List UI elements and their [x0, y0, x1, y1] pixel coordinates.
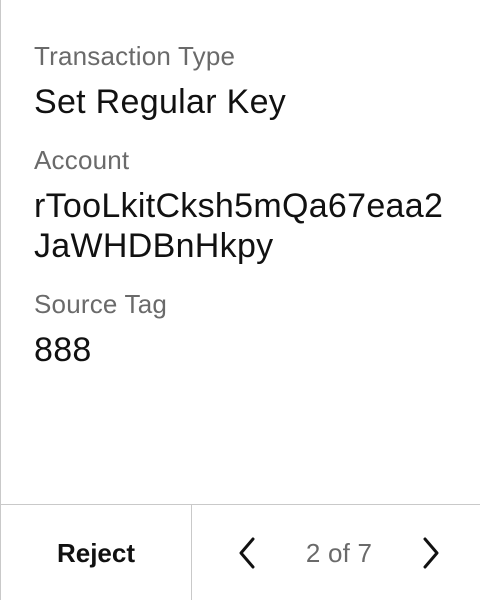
account-label: Account	[34, 145, 130, 175]
prev-page-button[interactable]	[232, 533, 262, 573]
reject-button[interactable]: Reject	[1, 505, 192, 600]
account-field: Account rTooLkitCksh5mQa67eaa2JaWHDBnHkp…	[34, 142, 454, 266]
chevron-left-icon	[239, 537, 255, 569]
account-value: rTooLkitCksh5mQa67eaa2JaWHDBnHkpy	[34, 187, 444, 265]
transaction-type-field: Transaction Type Set Regular Key	[34, 38, 454, 122]
page-indicator: 2 of 7	[305, 537, 373, 568]
pagination-controls: 2 of 7	[192, 505, 480, 600]
source-tag-label: Source Tag	[34, 289, 168, 319]
transaction-type-label: Transaction Type	[34, 41, 236, 71]
action-footer: Reject 2 of 7	[1, 504, 480, 600]
transaction-type-value: Set Regular Key	[34, 83, 287, 121]
transaction-review-screen: Transaction Type Set Regular Key Account…	[0, 0, 480, 600]
source-tag-value: 888	[34, 331, 92, 369]
source-tag-field: Source Tag 888	[34, 286, 454, 370]
next-page-button[interactable]	[416, 533, 446, 573]
chevron-right-icon	[423, 537, 439, 569]
